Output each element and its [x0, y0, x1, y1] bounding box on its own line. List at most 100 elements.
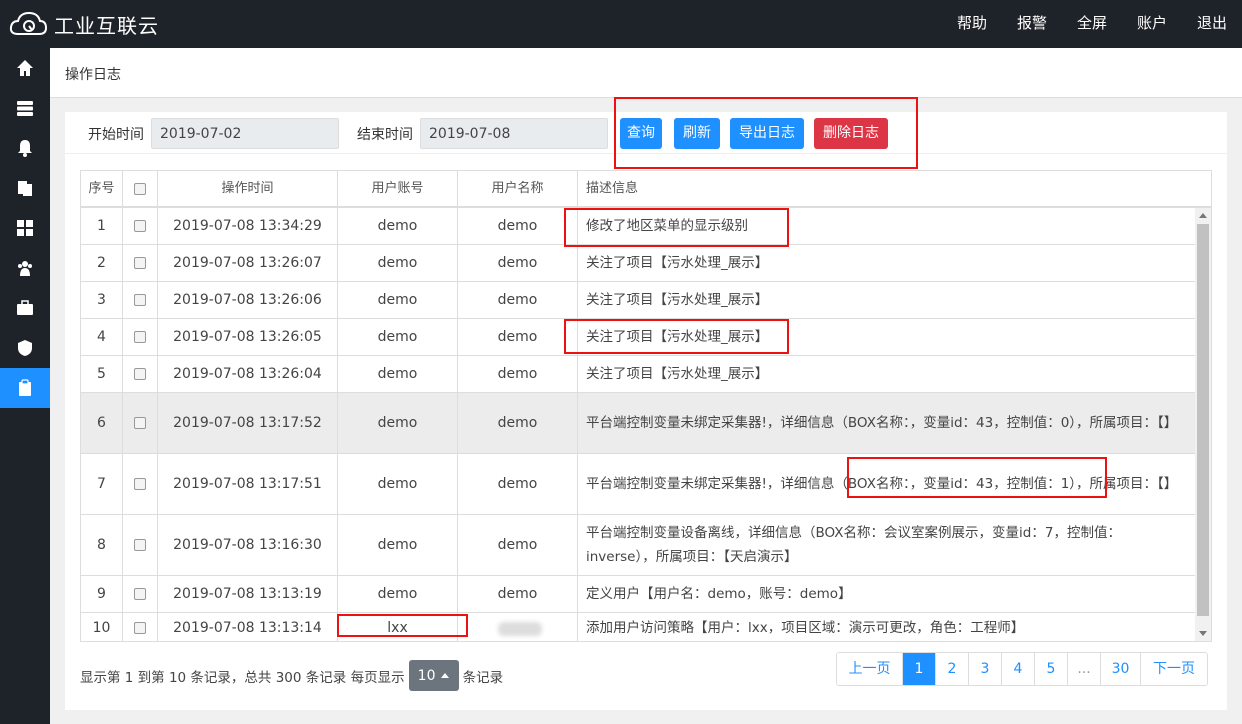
row-account: demo: [338, 245, 458, 281]
col-description[interactable]: 描述信息: [578, 171, 1211, 206]
logout-link[interactable]: 退出: [1182, 0, 1242, 48]
select-all-checkbox[interactable]: [134, 182, 146, 195]
row-username: demo: [458, 576, 578, 612]
end-time-label: 结束时间: [357, 127, 413, 143]
server-icon: [17, 101, 33, 116]
table-header: 序号 操作时间 用户账号 用户名称 描述信息: [81, 171, 1211, 208]
row-checkbox[interactable]: [134, 478, 146, 490]
row-checkbox-cell: [123, 356, 158, 392]
vertical-scrollbar[interactable]: [1195, 208, 1211, 641]
table-row[interactable]: 7 2019-07-08 13:17:51 demo demo 平台端控制变量未绑定采集…: [81, 454, 1195, 515]
next-page-button[interactable]: 下一页: [1141, 653, 1207, 685]
row-index: 2: [81, 245, 123, 281]
filter-bar: 开始时间 结束时间 查询 刷新 导出日志 删除日志: [65, 112, 1227, 154]
table-row[interactable]: 1 2019-07-08 13:34:29 demo demo 修改了地区菜单的显示级别: [81, 208, 1195, 245]
row-checkbox[interactable]: [134, 417, 146, 429]
row-description: 关注了项目【污水处理_展示】: [586, 329, 769, 345]
page-ellipsis: ...: [1068, 653, 1101, 685]
col-account[interactable]: 用户账号: [338, 171, 458, 206]
alarm-link[interactable]: 报警: [1002, 0, 1062, 48]
row-index: 9: [81, 576, 123, 612]
logo[interactable]: 工业互联云: [8, 8, 159, 40]
row-index: 3: [81, 282, 123, 318]
row-checkbox[interactable]: [134, 257, 146, 269]
scroll-down-icon[interactable]: [1199, 631, 1207, 636]
row-username: demo: [458, 393, 578, 453]
sidebar-item-users[interactable]: [0, 248, 50, 288]
sidebar-item-dashboard[interactable]: [0, 208, 50, 248]
copy-icon: [18, 181, 32, 196]
row-time: 2019-07-08 13:26:06: [158, 282, 338, 318]
page-button-1[interactable]: 1: [903, 653, 936, 685]
row-username: demo: [458, 208, 578, 244]
row-checkbox[interactable]: [134, 331, 146, 343]
page-button-2[interactable]: 2: [936, 653, 969, 685]
users-icon: [18, 261, 32, 276]
col-username[interactable]: 用户名称: [458, 171, 578, 206]
row-time: 2019-07-08 13:26:04: [158, 356, 338, 392]
table-row[interactable]: 10 2019-07-08 13:13:14 lxx 添加用户访问策略【用户：lxx，…: [81, 613, 1195, 641]
scroll-thumb[interactable]: [1197, 224, 1209, 616]
row-index: 7: [81, 454, 123, 514]
delete-log-button[interactable]: 删除日志: [814, 118, 888, 149]
table-row[interactable]: 2 2019-07-08 13:26:07 demo demo 关注了项目【污水处理_展…: [81, 245, 1195, 282]
page-button-30[interactable]: 30: [1101, 653, 1141, 685]
row-checkbox[interactable]: [134, 294, 146, 306]
help-link[interactable]: 帮助: [942, 0, 1002, 48]
sidebar-item-projects[interactable]: [0, 168, 50, 208]
row-checkbox[interactable]: [134, 220, 146, 232]
row-checkbox[interactable]: [134, 368, 146, 380]
row-checkbox-cell: [123, 393, 158, 453]
row-username: demo: [458, 245, 578, 281]
col-time[interactable]: 操作时间: [158, 171, 338, 206]
start-time-input[interactable]: [151, 118, 339, 149]
row-index: 6: [81, 393, 123, 453]
query-button[interactable]: 查询: [620, 118, 662, 149]
table-row[interactable]: 9 2019-07-08 13:13:19 demo demo 定义用户【用户名：dem…: [81, 576, 1195, 613]
table-row[interactable]: 3 2019-07-08 13:26:06 demo demo 关注了项目【污水处理_展…: [81, 282, 1195, 319]
row-checkbox[interactable]: [134, 588, 146, 600]
col-index[interactable]: 序号: [81, 171, 123, 206]
prev-page-button[interactable]: 上一页: [837, 653, 903, 685]
clipboard-icon: [19, 379, 31, 396]
row-checkbox-cell: [123, 613, 158, 641]
pagination: 上一页 1 2 3 4 5 ... 30 下一页: [836, 652, 1208, 686]
sidebar-item-home[interactable]: [0, 48, 50, 88]
page-button-3[interactable]: 3: [969, 653, 1002, 685]
table-row[interactable]: 4 2019-07-08 13:26:05 demo demo 关注了项目【污水处理_展…: [81, 319, 1195, 356]
page-title: 操作日志: [65, 67, 121, 83]
sidebar-item-logs[interactable]: [0, 368, 50, 408]
sidebar-item-business[interactable]: [0, 288, 50, 328]
row-checkbox[interactable]: [134, 621, 146, 634]
sidebar-item-devices[interactable]: [0, 88, 50, 128]
table-row[interactable]: 6 2019-07-08 13:17:52 demo demo 平台端控制变量未绑定采集…: [81, 393, 1195, 454]
fullscreen-link[interactable]: 全屏: [1062, 0, 1122, 48]
top-nav: 帮助 报警 全屏 账户 退出: [942, 0, 1242, 48]
row-time: 2019-07-08 13:26:05: [158, 319, 338, 355]
row-description: 平台端控制变量设备离线，详细信息（BOX名称：会议室案例展示，变量id：7，控制…: [586, 525, 1121, 565]
row-description: 关注了项目【污水处理_展示】: [586, 292, 769, 308]
row-username: demo: [458, 319, 578, 355]
table-row[interactable]: 5 2019-07-08 13:26:04 demo demo 关注了项目【污水处理_展…: [81, 356, 1195, 393]
row-description: 关注了项目【污水处理_展示】: [586, 366, 769, 382]
page-size-select[interactable]: 10: [408, 660, 459, 691]
top-bar: 工业互联云 帮助 报警 全屏 账户 退出: [0, 0, 1242, 48]
row-account: demo: [338, 356, 458, 392]
row-checkbox-cell: [123, 282, 158, 318]
row-username: demo: [458, 356, 578, 392]
scroll-up-icon[interactable]: [1199, 213, 1207, 218]
end-time-input[interactable]: [420, 118, 608, 149]
refresh-button[interactable]: 刷新: [674, 118, 720, 149]
row-checkbox-cell: [123, 515, 158, 575]
grid-icon: [17, 220, 33, 236]
page-button-5[interactable]: 5: [1035, 653, 1068, 685]
sidebar-item-alarms[interactable]: [0, 128, 50, 168]
page-button-4[interactable]: 4: [1002, 653, 1035, 685]
row-description: 修改了地区菜单的显示级别: [586, 218, 748, 234]
sidebar-item-security[interactable]: [0, 328, 50, 368]
row-checkbox[interactable]: [134, 539, 146, 551]
account-link[interactable]: 账户: [1122, 0, 1182, 48]
export-log-button[interactable]: 导出日志: [730, 118, 804, 149]
row-index: 1: [81, 208, 123, 244]
table-row[interactable]: 8 2019-07-08 13:16:30 demo demo 平台端控制变量设备离线，…: [81, 515, 1195, 576]
